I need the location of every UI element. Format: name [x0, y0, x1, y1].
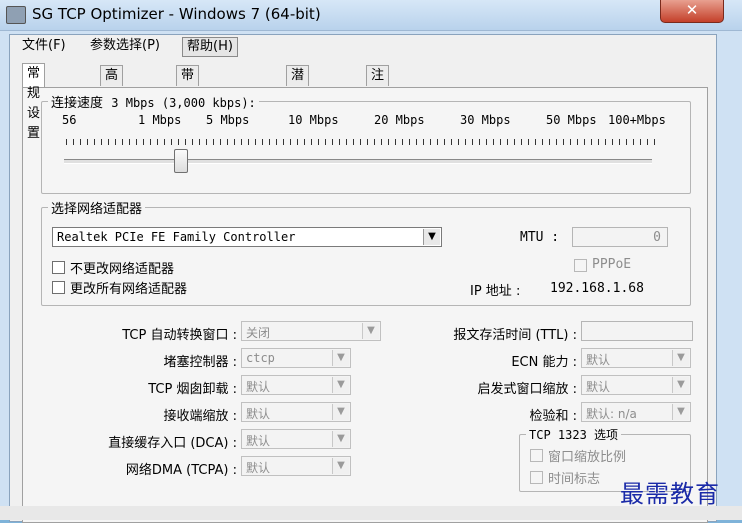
ip-address-label: IP 地址 : [470, 284, 521, 299]
chevron-down-icon: ▼ [332, 350, 349, 366]
setting-label: 堵塞控制器 : [163, 355, 237, 370]
setting-label: 直接缓存入口 (DCA) : [108, 436, 237, 451]
app-icon [6, 6, 26, 24]
setting-label: ECN 能力 : [511, 355, 577, 370]
chevron-down-icon: ▼ [672, 404, 689, 420]
chevron-down-icon: ▼ [362, 323, 379, 339]
speed-tick-label: 5 Mbps [206, 113, 250, 127]
watermark: 最需教育 [620, 480, 720, 508]
tab-registry[interactable]: 注册表 [366, 65, 390, 123]
chevron-down-icon: ▼ [332, 404, 349, 420]
client-area: 文件(F) 参数选择(P) 帮助(H) 常规设置 高级设置 带宽延迟乘积 潜伏时… [9, 34, 717, 523]
congestion-control-select[interactable]: ctcp ▼ [241, 348, 351, 368]
connection-speed-label: 连接速度 [51, 96, 104, 111]
netdma-value: 默认 [246, 461, 271, 475]
ecn-value: 默认 [586, 353, 611, 367]
speed-tick-label: 100+Mbps [608, 113, 666, 127]
change-all-adapters-label: 更改所有网络适配器 [70, 282, 188, 297]
dca-select[interactable]: 默认 ▼ [241, 429, 351, 449]
speed-slider-thumb[interactable] [174, 149, 188, 173]
window-scaling-checkbox[interactable] [530, 449, 543, 462]
no-change-adapter-label: 不更改网络适配器 [70, 262, 175, 277]
speed-tick-label: 20 Mbps [374, 113, 425, 127]
timestamps-checkbox[interactable] [530, 471, 543, 484]
dca-value: 默认 [246, 434, 271, 448]
tab-advanced[interactable]: 高级设置 [100, 65, 124, 143]
menu-preferences[interactable]: 参数选择(P) [86, 37, 164, 55]
app-window: SG TCP Optimizer - Windows 7 (64-bit) ✕ … [0, 0, 742, 523]
checksum-value: 默认: n/a [586, 407, 637, 421]
general-settings-panel: 连接速度 3 Mbps (3,000 kbps): 56 1 Mbps 5 Mb… [22, 87, 708, 523]
speed-slider-track[interactable] [64, 159, 652, 164]
title-bar: SG TCP Optimizer - Windows 7 (64-bit) ✕ [0, 0, 742, 31]
receive-side-scaling-select[interactable]: 默认 ▼ [241, 402, 351, 422]
network-adapter-legend: 选择网络适配器 [51, 202, 143, 217]
menu-bar: 文件(F) 参数选择(P) 帮助(H) [10, 35, 716, 57]
congestion-control-value: ctcp [246, 351, 275, 365]
ip-address-value: 192.168.1.68 [550, 281, 644, 296]
setting-label: TCP 自动转换窗口 : [122, 328, 237, 343]
tcp-autotuning-select[interactable]: 关闭 ▼ [241, 321, 381, 341]
setting-label: 网络DMA (TCPA) : [125, 463, 237, 478]
tab-latency[interactable]: 潜伏时间 [286, 65, 310, 143]
menu-file[interactable]: 文件(F) [18, 37, 70, 55]
speed-tick-label: 50 Mbps [546, 113, 597, 127]
speed-slider-ticks [66, 139, 656, 145]
tcp-autotuning-value: 关闭 [246, 326, 271, 340]
chimney-offload-value: 默认 [246, 380, 271, 394]
receive-side-scaling-value: 默认 [246, 407, 271, 421]
mtu-label: MTU : [520, 230, 560, 245]
heuristic-scaling-select[interactable]: 默认 ▼ [581, 375, 691, 395]
heuristic-scaling-value: 默认 [586, 380, 611, 394]
tcp1323-legend: TCP 1323 选项 [529, 428, 619, 442]
setting-label: 接收端缩放 : [163, 409, 237, 424]
adapter-select[interactable]: Realtek PCIe FE Family Controller ▼ [52, 227, 442, 247]
chevron-down-icon: ▼ [332, 458, 349, 474]
checksum-select[interactable]: 默认: n/a ▼ [581, 402, 691, 422]
setting-label: 检验和 : [529, 409, 577, 424]
tab-general[interactable]: 常规设置 [22, 63, 46, 141]
chimney-offload-select[interactable]: 默认 ▼ [241, 375, 351, 395]
menu-help[interactable]: 帮助(H) [182, 37, 238, 57]
window-scaling-label: 窗口缩放比例 [548, 450, 627, 465]
connection-speed-value: 3 Mbps (3,000 kbps): [111, 96, 256, 110]
speed-scale: 56 1 Mbps 5 Mbps 10 Mbps 20 Mbps 30 Mbps… [42, 111, 690, 201]
chevron-down-icon: ▼ [672, 350, 689, 366]
connection-speed-group: 连接速度 3 Mbps (3,000 kbps): 56 1 Mbps 5 Mb… [41, 92, 691, 194]
timestamps-label: 时间标志 [548, 472, 601, 487]
tab-bdp[interactable]: 带宽延迟乘积 [176, 65, 200, 183]
mtu-field[interactable]: 0 [572, 227, 668, 247]
chevron-down-icon: ▼ [332, 377, 349, 393]
netdma-select[interactable]: 默认 ▼ [241, 456, 351, 476]
setting-label: TCP 烟囱卸载 : [148, 382, 237, 397]
mtu-value: 0 [653, 230, 661, 245]
ecn-select[interactable]: 默认 ▼ [581, 348, 691, 368]
chevron-down-icon: ▼ [332, 431, 349, 447]
close-button[interactable]: ✕ [660, 0, 724, 23]
speed-tick-label: 10 Mbps [288, 113, 339, 127]
connection-speed-legend: 连接速度 3 Mbps (3,000 kbps): [48, 92, 259, 111]
chevron-down-icon: ▼ [672, 377, 689, 393]
pppoe-label: PPPoE [592, 257, 632, 272]
adapter-select-value: Realtek PCIe FE Family Controller [57, 230, 296, 244]
ttl-field[interactable] [581, 321, 693, 341]
chevron-down-icon: ▼ [423, 229, 440, 245]
speed-tick-label: 56 [62, 113, 77, 127]
no-change-adapter-checkbox[interactable] [52, 261, 65, 274]
change-all-adapters-checkbox[interactable] [52, 281, 65, 294]
speed-tick-label: 1 Mbps [138, 113, 182, 127]
setting-label: 报文存活时间 (TTL) : [453, 328, 577, 343]
speed-tick-label: 30 Mbps [460, 113, 511, 127]
network-adapter-group: 选择网络适配器 Realtek PCIe FE Family Controlle… [41, 198, 691, 306]
pppoe-checkbox[interactable] [574, 259, 587, 272]
setting-label: 启发式窗口缩放 : [477, 382, 577, 397]
window-title: SG TCP Optimizer - Windows 7 (64-bit) [32, 5, 321, 23]
